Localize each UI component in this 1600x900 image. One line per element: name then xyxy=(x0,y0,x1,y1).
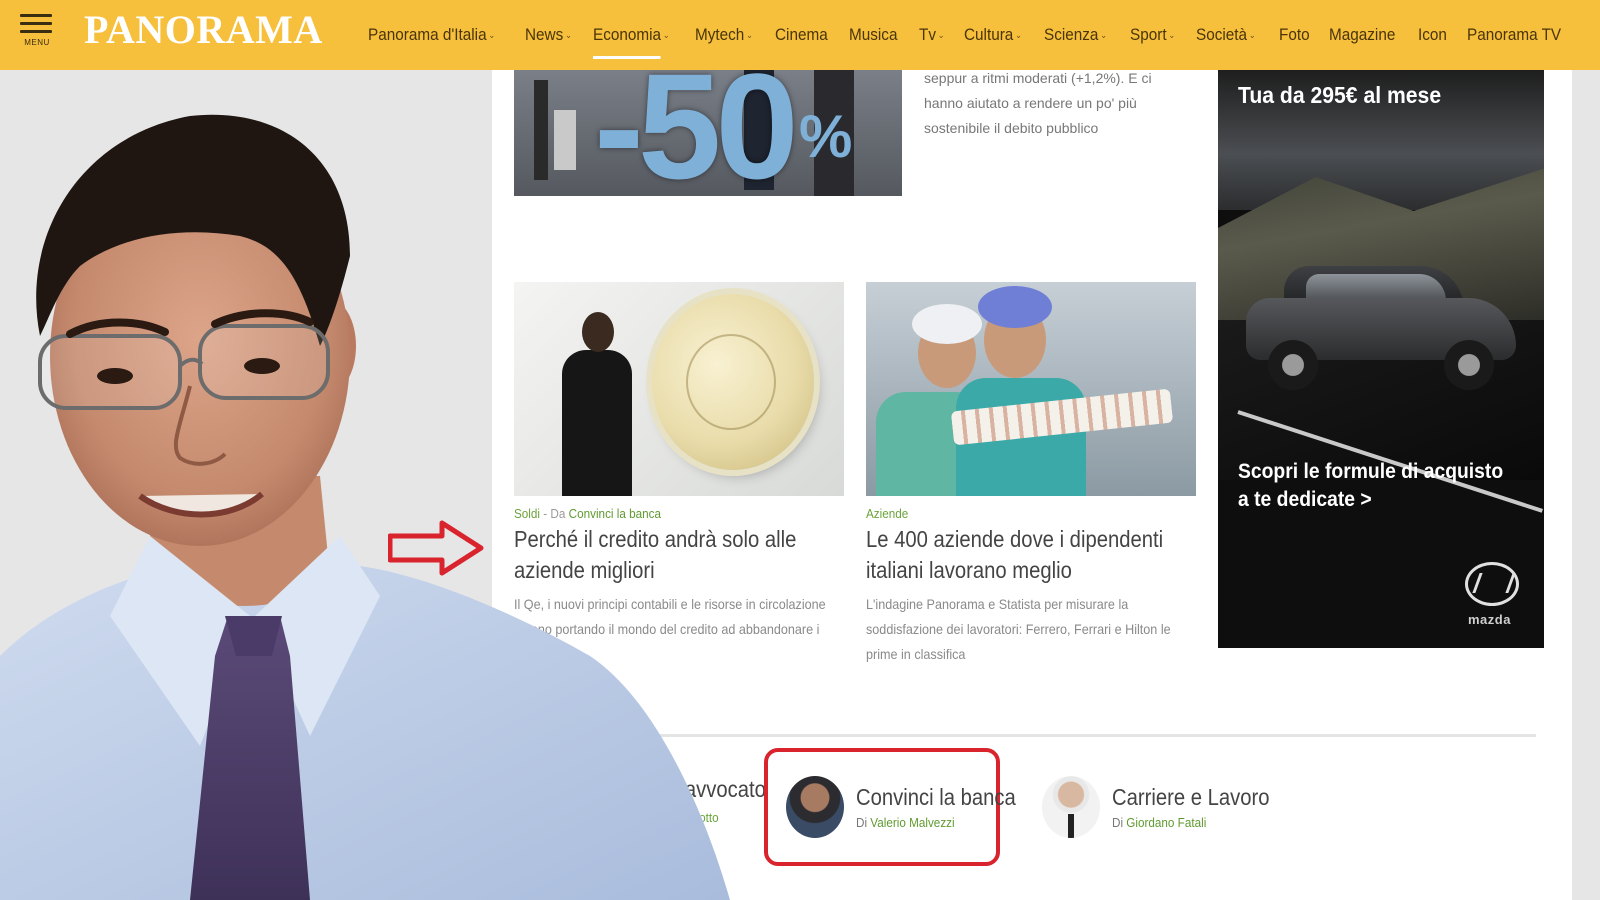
chevron-down-icon: ⌄ xyxy=(1014,30,1022,40)
article-image-workers[interactable] xyxy=(866,282,1196,496)
worker-cap xyxy=(978,286,1052,328)
blog-author-clipped[interactable]: inotto xyxy=(690,810,719,825)
top-article-snippet: seppur a ritmi moderati (+1,2%). E ci ha… xyxy=(924,70,1152,136)
blog-card-convinci-la-banca[interactable]: Convinci la banca Di Valerio Malvezzi xyxy=(764,748,1016,866)
businessman-head xyxy=(582,312,614,352)
menu-label: MENU xyxy=(24,38,50,47)
nav-item-panorama-italia[interactable]: Panorama d'Italia ⌄ xyxy=(368,25,495,45)
ad-cta-link[interactable]: Scopri le formule di acquisto a te dedic… xyxy=(1238,458,1514,514)
nav-item-societa[interactable]: Società ⌄ xyxy=(1196,25,1256,45)
blog-title[interactable]: Carriere e Lavoro xyxy=(1112,784,1269,811)
avatar xyxy=(786,776,844,838)
nav-item-magazine[interactable]: Magazine xyxy=(1329,25,1395,45)
car-illustration xyxy=(1246,260,1516,390)
euro-coin-illustration xyxy=(652,294,814,470)
hamburger-icon-line xyxy=(20,30,52,33)
mazda-ad-banner[interactable]: Tua da 295€ al mese Scopri le formule di… xyxy=(1218,70,1544,648)
sale-image-percent: % xyxy=(799,103,853,170)
article-card-aziende[interactable]: Aziende Le 400 aziende dove i dipendenti… xyxy=(866,506,1198,667)
article-card-credito[interactable]: Soldi - Da Convinci la banca Perché il c… xyxy=(514,506,846,667)
nav-item-news[interactable]: News ⌄ xyxy=(525,25,572,45)
blog-author-link[interactable]: Giordano Fatali xyxy=(1126,815,1206,830)
chevron-down-icon: ⌄ xyxy=(1100,30,1108,40)
section-divider xyxy=(560,734,1536,737)
article-description: L'indagine Panorama e Statista per misur… xyxy=(866,596,1171,662)
nav-item-foto[interactable]: Foto xyxy=(1279,25,1310,45)
nav-item-tv[interactable]: Tv ⌄ xyxy=(919,25,945,45)
red-arrow-icon xyxy=(388,520,484,576)
chevron-down-icon: ⌄ xyxy=(663,30,671,40)
chevron-down-icon: ⌄ xyxy=(565,30,573,40)
blog-card-carriere-e-lavoro[interactable]: Carriere e Lavoro Di Giordano Fatali xyxy=(1038,752,1298,862)
nav-item-economia[interactable]: Economia ⌄ xyxy=(593,25,671,59)
chevron-down-icon: ⌄ xyxy=(745,30,753,40)
nav-item-mytech[interactable]: Mytech ⌄ xyxy=(695,25,753,45)
article-title[interactable]: Perché il credito andrà solo alle aziend… xyxy=(514,524,840,586)
chevron-down-icon: ⌄ xyxy=(938,30,945,40)
blog-title[interactable]: Convinci la banca xyxy=(856,784,1016,811)
nav-item-panorama-tv[interactable]: Panorama TV xyxy=(1467,25,1561,45)
image-detail xyxy=(534,80,548,180)
nav-item-sport[interactable]: Sport ⌄ xyxy=(1130,25,1175,45)
chevron-down-icon: ⌄ xyxy=(488,30,496,40)
worker-cap xyxy=(912,304,982,344)
blog-text: Convinci la banca Di Valerio Malvezzi xyxy=(856,784,1038,830)
avatar xyxy=(1042,776,1100,838)
coin-detail xyxy=(686,334,776,430)
blog-author: Di Valerio Malvezzi xyxy=(856,815,955,830)
car-wheel xyxy=(1444,340,1494,390)
businessman-illustration xyxy=(562,350,632,496)
article-blog-link[interactable]: Convinci la banca xyxy=(569,506,661,521)
nav-item-scienza[interactable]: Scienza ⌄ xyxy=(1044,25,1107,45)
chevron-down-icon: ⌄ xyxy=(1168,30,1176,40)
ad-brand: mazda xyxy=(1468,612,1511,627)
article-meta: Soldi - Da Convinci la banca xyxy=(514,506,662,521)
article-title[interactable]: Le 400 aziende dove i dipendenti italian… xyxy=(866,524,1192,586)
article-category[interactable]: Aziende xyxy=(866,506,908,521)
blog-text: Carriere e Lavoro Di Giordano Fatali xyxy=(1112,784,1291,830)
nav-item-cultura[interactable]: Cultura ⌄ xyxy=(964,25,1022,45)
blog-author: Di Giordano Fatali xyxy=(1112,815,1207,830)
site-logo[interactable]: PANORAMA xyxy=(84,6,323,53)
blog-author-link[interactable]: Valerio Malvezzi xyxy=(870,815,954,830)
mazda-logo-icon xyxy=(1465,562,1519,606)
menu-button[interactable]: MENU xyxy=(20,14,54,50)
site-header: MENU PANORAMA Panorama d'Italia ⌄ News ⌄ E… xyxy=(0,0,1600,70)
hamburger-icon xyxy=(20,14,52,17)
article-image-coin[interactable] xyxy=(514,282,844,496)
article-category[interactable]: Soldi xyxy=(514,506,540,521)
car-wheel xyxy=(1268,340,1318,390)
nav-item-icon[interactable]: Icon xyxy=(1418,25,1447,45)
image-detail xyxy=(554,110,576,170)
article-meta: Aziende xyxy=(866,506,1165,521)
blog-title-clipped[interactable]: ll'avvocato xyxy=(672,776,766,803)
chevron-down-icon: ⌄ xyxy=(1249,30,1256,40)
main-nav: Panorama d'Italia ⌄ News ⌄ Economia ⌄ Mytec… xyxy=(368,0,1587,70)
hamburger-icon-line xyxy=(20,22,52,25)
article-description: Il Qe, i nuovi principi contabili e le r… xyxy=(514,596,826,662)
nav-item-cinema[interactable]: Cinema xyxy=(775,25,828,45)
top-article-image[interactable]: -50 % xyxy=(514,70,902,196)
sale-image-text: -50 xyxy=(594,70,799,196)
nav-item-musica[interactable]: Musica xyxy=(849,25,897,45)
ad-headline: Tua da 295€ al mese xyxy=(1238,82,1442,108)
